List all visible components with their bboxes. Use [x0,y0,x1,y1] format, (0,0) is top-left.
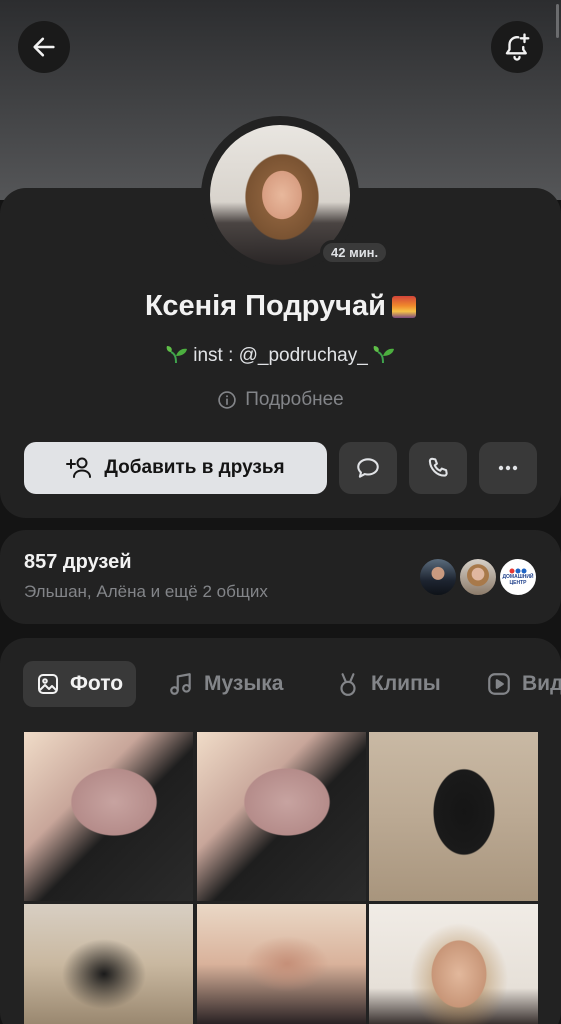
add-user-icon [66,457,92,478]
photo-thumbnail[interactable] [369,732,538,901]
message-bubble-icon [357,458,379,478]
add-friend-button[interactable]: Добавить в друзья [24,442,327,494]
seedling-icon [166,346,187,364]
tab-label: Вид [522,672,561,695]
subscribe-notifications-button[interactable] [491,21,543,73]
more-horizontal-icon [498,465,518,471]
photo-thumbnail[interactable] [24,904,193,1024]
message-button[interactable] [339,442,397,494]
details-link[interactable]: Подробнее [0,389,561,411]
scrollbar[interactable] [556,4,559,38]
common-friends: Эльшан, Алёна и ещё 2 общих [24,582,268,601]
tab-label: Фото [70,672,124,695]
photo-thumbnail[interactable] [197,904,366,1024]
friend-avatar[interactable]: ДОМАШНИЙ ЦЕНТР [498,557,538,597]
music-note-icon [170,673,191,695]
bell-plus-icon [505,33,530,61]
seedling-icon [373,346,395,364]
info-icon [218,391,236,409]
profile-name: Ксенія Подручай [145,290,386,322]
status-text: inst : @_podruchay_ [193,345,368,366]
clips-icon [340,673,356,696]
friend-avatar[interactable] [458,557,498,597]
back-button[interactable] [18,21,70,73]
photo-thumbnail[interactable] [24,732,193,901]
sunset-emoji-icon [391,296,416,318]
phone-icon [428,457,448,477]
tab-clips[interactable]: Клипы [335,661,441,707]
details-label: Подробнее [245,389,344,410]
photo-thumbnail[interactable] [197,732,366,901]
more-button[interactable] [479,442,537,494]
profile-status: inst : @_podruchay_ [0,344,561,367]
image-icon [38,674,58,694]
friend-avatar[interactable] [418,557,458,597]
tab-label: Клипы [371,672,441,695]
friends-card[interactable]: 857 друзей Эльшан, Алёна и ещё 2 общих Д… [0,530,561,624]
arrow-left-icon [33,37,55,57]
last-seen-badge: 42 мин. [320,240,390,265]
tab-photos[interactable]: Фото [23,661,137,707]
friends-count: 857 друзей [24,551,132,573]
profile-name-row: Ксенія Подручай [0,290,561,323]
tab-label: Музыка [204,672,284,695]
call-button[interactable] [409,442,467,494]
badge-text: ЦЕНТР [509,580,527,586]
video-icon [488,673,510,695]
tab-music[interactable]: Музыка [168,661,283,707]
photo-thumbnail[interactable] [369,904,538,1024]
add-friend-label: Добавить в друзья [104,457,285,478]
tab-video[interactable]: Вид [486,661,561,707]
